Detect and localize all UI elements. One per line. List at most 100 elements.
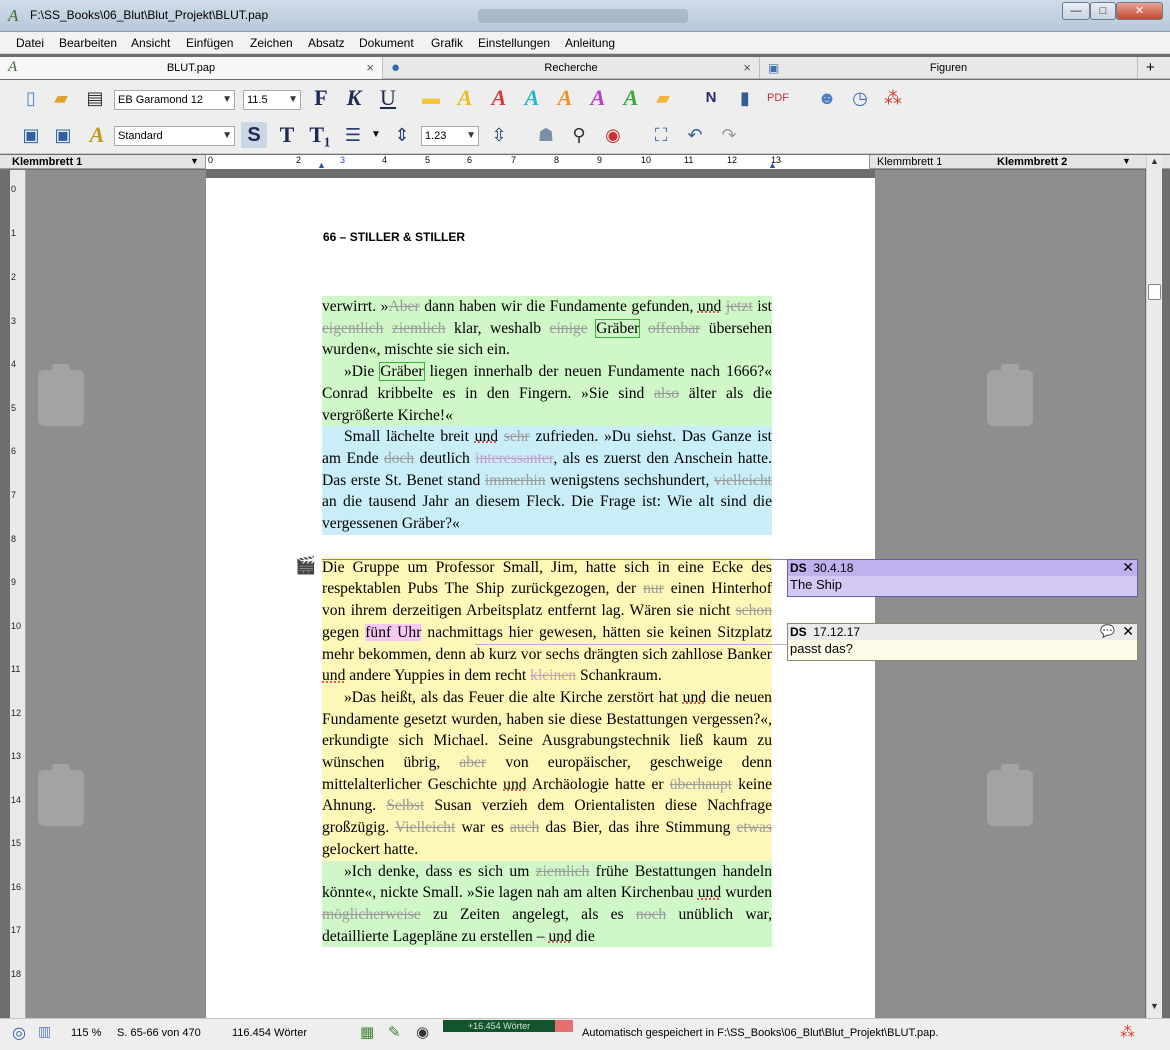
tab-close-icon[interactable]: × bbox=[366, 60, 374, 75]
scrollbar-thumb[interactable] bbox=[1148, 284, 1161, 300]
menu-dokument[interactable]: Dokument bbox=[359, 36, 414, 50]
chevron-down-icon[interactable]: ▼ bbox=[363, 122, 389, 148]
paragraph[interactable]: verwirrt. »Aber dann haben wir die Funda… bbox=[322, 296, 772, 362]
tab-figuren[interactable]: ▣ Figuren bbox=[760, 57, 1138, 79]
highlight-purple-icon[interactable]: A bbox=[585, 85, 611, 111]
tab-recherche[interactable]: ● Recherche × bbox=[383, 57, 760, 79]
tab-blut-pap[interactable]: A BLUT.pap × bbox=[0, 57, 383, 79]
menu-anleitung[interactable]: Anleitung bbox=[565, 36, 615, 50]
save-icon[interactable]: ▣ bbox=[18, 122, 44, 148]
page-indicator[interactable]: S. 65-66 von 470 bbox=[117, 1027, 201, 1039]
highlight-yellow-icon[interactable]: A bbox=[452, 85, 478, 111]
ruler-number: 11 bbox=[11, 664, 21, 674]
clapperboard-icon[interactable]: 🎬 bbox=[295, 556, 316, 576]
text-run: andere Yuppies in dem recht bbox=[345, 667, 531, 685]
add-tab-button[interactable]: + bbox=[1146, 59, 1155, 76]
save-as-icon[interactable]: ▣ bbox=[50, 122, 76, 148]
highlight-red-icon[interactable]: A bbox=[486, 85, 512, 111]
note-insert-icon[interactable]: N bbox=[698, 85, 724, 111]
fullscreen-icon[interactable]: ⛶ bbox=[648, 122, 674, 148]
speech-bubble-icon[interactable]: 💬 bbox=[1100, 624, 1115, 639]
eye-icon[interactable]: ◉ bbox=[416, 1023, 429, 1041]
comment-text[interactable]: The Ship bbox=[788, 576, 1137, 594]
mindmap-icon[interactable]: ⁂ bbox=[880, 85, 906, 111]
tab-close-icon[interactable]: × bbox=[743, 60, 751, 75]
ebook-icon[interactable]: ▮ bbox=[732, 85, 758, 111]
paragraph-style-combobox[interactable]: Standard ▼ bbox=[114, 126, 235, 146]
underline-button[interactable]: U bbox=[375, 85, 401, 111]
paragraph[interactable]: Die Gruppe um Professor Small, Jim, hatt… bbox=[322, 556, 772, 687]
new-document-icon[interactable]: ▯ bbox=[18, 85, 44, 111]
ghost-icon[interactable]: ☗ bbox=[533, 122, 559, 148]
line-spacing-icon[interactable]: ⇕ bbox=[389, 122, 415, 148]
clipboard-1-panel[interactable] bbox=[26, 170, 206, 1018]
highlight-orange-icon[interactable]: A bbox=[552, 85, 578, 111]
menu-ansicht[interactable]: Ansicht bbox=[131, 36, 170, 50]
menu-einfuegen[interactable]: Einfügen bbox=[186, 36, 233, 50]
document-navigator-icon[interactable]: ▥ bbox=[38, 1023, 51, 1040]
t1-format-button[interactable]: T₁ bbox=[307, 122, 333, 148]
clipboard-2-label[interactable]: Klemmbrett 2 bbox=[997, 156, 1067, 168]
undo-icon[interactable]: ↶ bbox=[682, 122, 708, 148]
horizontal-ruler[interactable]: 0 2 3 4 5 6 7 8 9 10 11 12 13 ▲ ▲ bbox=[205, 155, 870, 170]
timer-icon[interactable]: ◷ bbox=[847, 85, 873, 111]
menu-datei[interactable]: Datei bbox=[16, 36, 44, 50]
redo-icon[interactable]: ↷ bbox=[716, 122, 742, 148]
clipboard-1-left-label[interactable]: Klemmbrett 1 bbox=[12, 156, 82, 168]
maximize-button[interactable]: □ bbox=[1090, 2, 1116, 20]
highlight-green-icon[interactable]: A bbox=[618, 85, 644, 111]
line-spacing-combobox[interactable]: 1.23 ▼ bbox=[421, 126, 479, 146]
bold-button[interactable]: F bbox=[308, 85, 334, 111]
comment-box[interactable]: DS 30.4.18 The Ship ✕ bbox=[787, 559, 1138, 597]
vertical-scrollbar[interactable]: ▲ ▼ bbox=[1146, 156, 1162, 1018]
s-format-button[interactable]: S bbox=[241, 122, 267, 148]
paragraph[interactable]: »Das heißt, als das Feuer die alte Kirch… bbox=[322, 686, 772, 861]
paragraph[interactable]: Small lächelte breit und sehr zufrieden.… bbox=[322, 426, 772, 535]
open-folder-icon[interactable]: ▰ bbox=[48, 85, 74, 111]
lips-icon[interactable]: ◉ bbox=[600, 122, 626, 148]
close-window-button[interactable]: ✕ bbox=[1116, 2, 1163, 20]
masks-icon[interactable]: ☻ bbox=[814, 85, 840, 111]
font-combobox[interactable]: EB Garamond 12 ▼ bbox=[114, 90, 235, 110]
style-editor-icon[interactable]: A bbox=[84, 122, 110, 148]
vertical-ruler[interactable]: 0 1 2 3 4 5 6 7 8 9 10 11 12 13 14 15 16… bbox=[10, 170, 26, 1018]
italic-button[interactable]: K bbox=[341, 85, 367, 111]
paragraph[interactable]: »Ich denke, dass es sich um ziemlich frü… bbox=[322, 860, 772, 948]
comment-box[interactable]: DS 17.12.17 passt das? 💬 ✕ bbox=[787, 623, 1138, 661]
feather-icon[interactable]: ✎ bbox=[388, 1023, 401, 1041]
paragraph-spacing-icon[interactable]: ⇳ bbox=[486, 122, 512, 148]
scroll-up-icon[interactable]: ▲ bbox=[1147, 156, 1162, 171]
zoom-level[interactable]: 115 % bbox=[71, 1027, 101, 1039]
left-margin-marker[interactable]: ▲ bbox=[317, 160, 326, 170]
paragraph[interactable]: »Die Gräber liegen innerhalb der neuen F… bbox=[322, 361, 772, 427]
clipboard-1-right-label[interactable]: Klemmbrett 1 bbox=[877, 156, 942, 168]
compass-icon[interactable]: ◎ bbox=[12, 1023, 26, 1043]
statistics-icon[interactable]: ▦ bbox=[360, 1023, 374, 1041]
menu-zeichen[interactable]: Zeichen bbox=[250, 36, 293, 50]
print-icon[interactable]: ▤ bbox=[82, 85, 108, 111]
commented-text[interactable]: fünf Uhr bbox=[365, 623, 422, 641]
chevron-down-icon[interactable]: ▼ bbox=[1122, 156, 1131, 166]
sticky-note-icon[interactable]: ▬ bbox=[418, 85, 444, 111]
scroll-down-icon[interactable]: ▼ bbox=[1147, 1001, 1162, 1016]
highlight-cyan-icon[interactable]: A bbox=[519, 85, 545, 111]
minimize-button[interactable]: — bbox=[1062, 2, 1090, 20]
comment-bubble-icon[interactable]: ▰ bbox=[650, 85, 676, 111]
document-text[interactable]: verwirrt. »Aber dann haben wir die Funda… bbox=[322, 296, 772, 948]
menu-einstellungen[interactable]: Einstellungen bbox=[478, 36, 550, 50]
menu-grafik[interactable]: Grafik bbox=[431, 36, 463, 50]
pdf-export-icon[interactable]: PDF bbox=[765, 85, 791, 111]
document-page[interactable]: 66 – STILLER & STILLER verwirrt. »Aber d… bbox=[206, 178, 875, 1018]
right-margin-marker[interactable]: ▲ bbox=[768, 160, 777, 170]
t-format-button[interactable]: T bbox=[274, 122, 300, 148]
menu-absatz[interactable]: Absatz bbox=[308, 36, 345, 50]
comment-text[interactable]: passt das? bbox=[788, 640, 1137, 658]
tab-label: Figuren bbox=[929, 62, 968, 74]
mindmap-icon[interactable]: ⁂ bbox=[1120, 1023, 1135, 1041]
menu-bearbeiten[interactable]: Bearbeiten bbox=[59, 36, 117, 50]
font-size-combobox[interactable]: 11.5 ▼ bbox=[243, 90, 301, 110]
close-icon[interactable]: ✕ bbox=[1122, 560, 1134, 575]
chevron-down-icon[interactable]: ▼ bbox=[190, 156, 199, 166]
magnifier-icon[interactable]: ⚲ bbox=[566, 122, 592, 148]
close-icon[interactable]: ✕ bbox=[1122, 624, 1134, 639]
